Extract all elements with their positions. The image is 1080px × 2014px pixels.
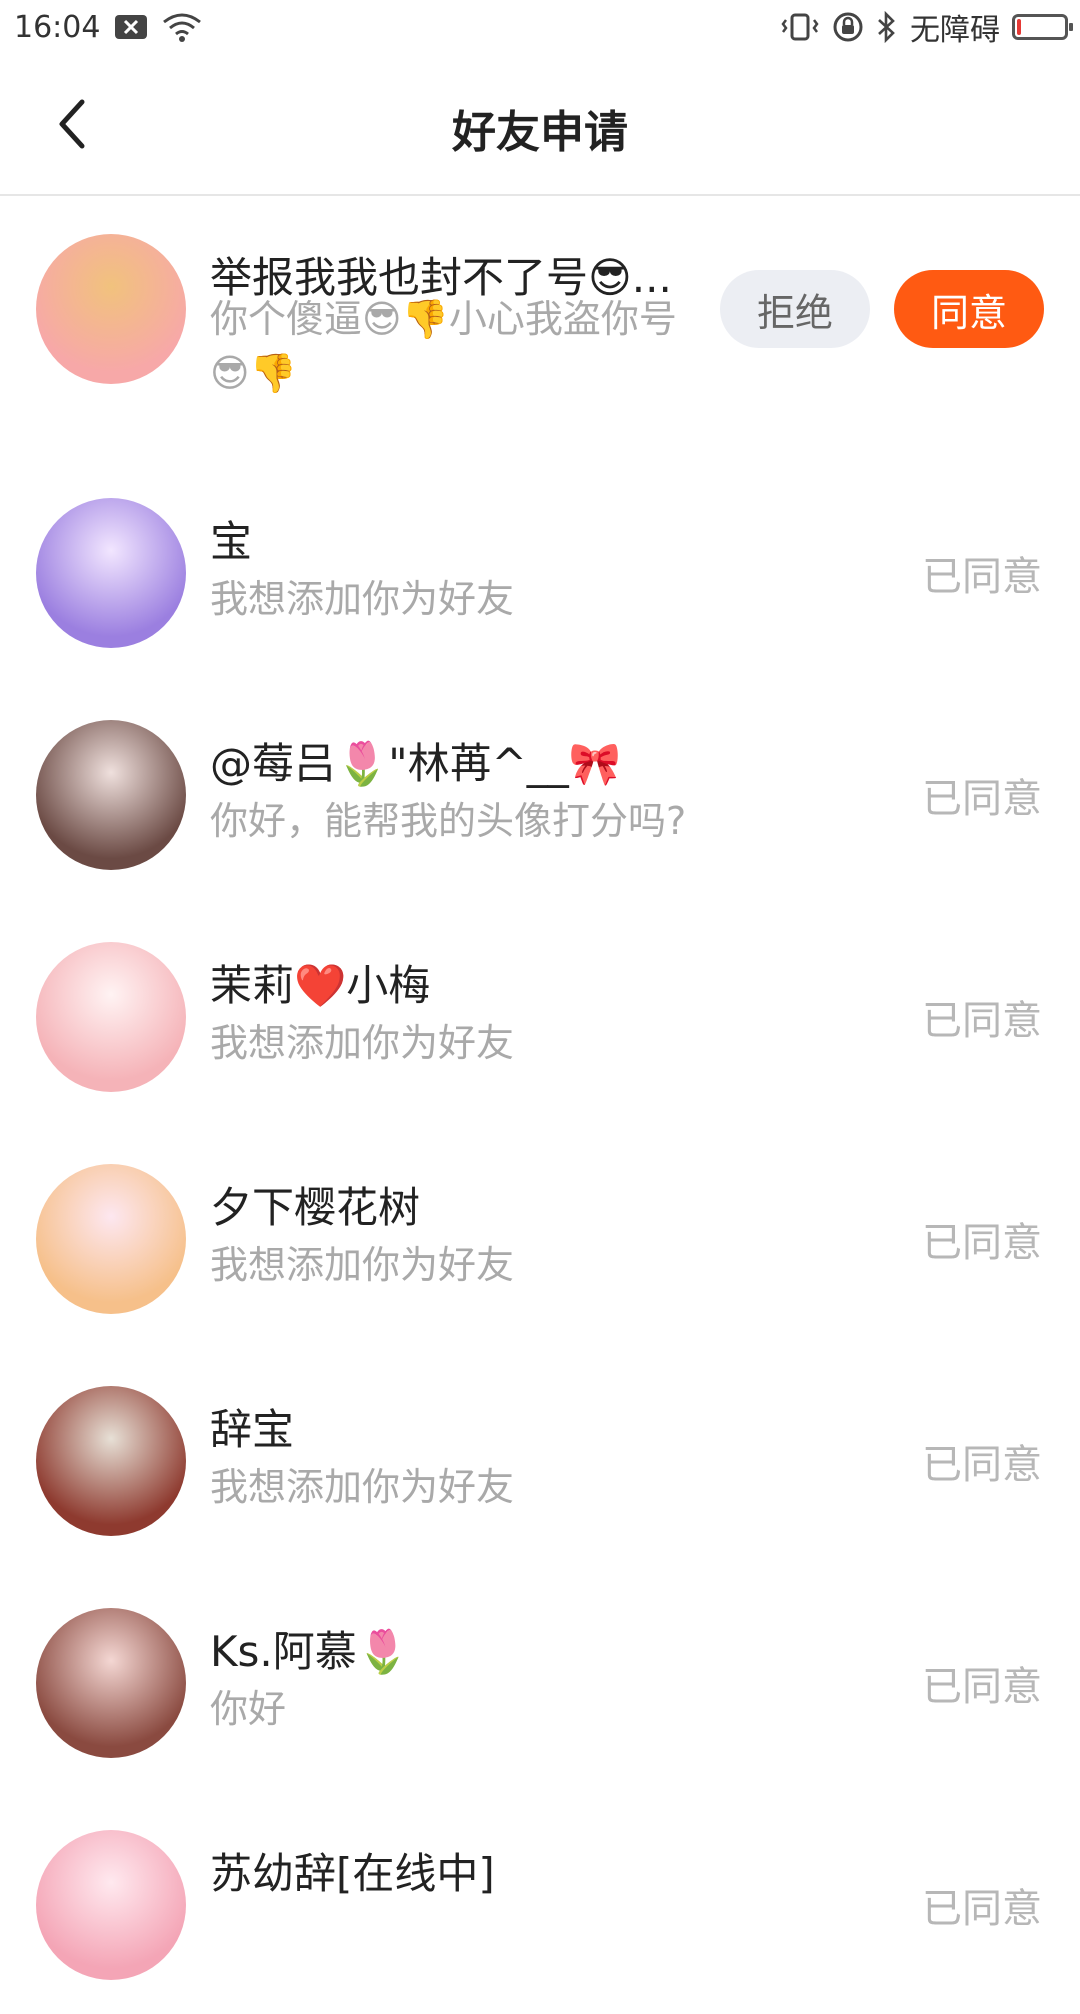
accessibility-label: 无障碍 (910, 13, 1000, 48)
status-bar-right: 无障碍 (780, 5, 1080, 49)
friend-request-list: 举报我我也封不了号😎... 你个傻逼😎👎小心我盗你号😎👎 拒绝 同意 宝 我想添… (0, 196, 1080, 2014)
status-accepted: 已同意 (922, 1886, 1042, 1932)
friend-request-row: 宝 我想添加你为好友 已同意 (0, 460, 1080, 682)
status-accepted: 已同意 (922, 776, 1042, 822)
request-message: 我想添加你为好友 (210, 1243, 515, 1287)
request-message: 我想添加你为好友 (210, 1021, 515, 1065)
request-message: 我想添加你为好友 (210, 1465, 515, 1509)
battery-level (1017, 19, 1021, 35)
friend-request-row: @莓吕🌷"林苒^__🎀 你好，能帮我的头像打分吗? 已同意 (0, 682, 1080, 904)
requester-name: 辞宝 (210, 1405, 295, 1454)
request-message: 你好 (210, 1687, 287, 1731)
battery-icon (1012, 14, 1073, 40)
avatar[interactable] (36, 234, 186, 384)
status-accepted: 已同意 (922, 1220, 1042, 1266)
requester-name: 茉莉❤️小梅 (210, 961, 431, 1010)
requester-name: 夕下樱花树 (210, 1183, 421, 1232)
friend-request-row: 夕下樱花树 我想添加你为好友 已同意 (0, 1126, 1080, 1348)
avatar[interactable] (36, 1608, 186, 1758)
friend-request-row: 辞宝 我想添加你为好友 已同意 (0, 1348, 1080, 1570)
avatar[interactable] (36, 1830, 186, 1980)
friend-request-row: 苏幼辞[在线中] 已同意 (0, 1792, 1080, 2014)
request-message: 我想添加你为好友 (210, 577, 515, 621)
requester-name: @莓吕🌷"林苒^__🎀 (210, 739, 622, 788)
avatar[interactable] (36, 1386, 186, 1536)
page-title: 好友申请 (452, 107, 628, 158)
status-accepted: 已同意 (922, 1664, 1042, 1710)
status-time: 16:04 (14, 9, 101, 45)
accept-button[interactable]: 同意 (894, 270, 1044, 348)
friend-request-row: 举报我我也封不了号😎... 你个傻逼😎👎小心我盗你号😎👎 拒绝 同意 (0, 196, 1080, 460)
status-accepted: 已同意 (922, 554, 1042, 600)
status-accepted: 已同意 (922, 1442, 1042, 1488)
avatar[interactable] (36, 498, 186, 648)
avatar[interactable] (36, 720, 186, 870)
vibrate-icon (780, 12, 820, 42)
rotation-lock-icon (832, 11, 864, 43)
wifi-icon (162, 12, 202, 42)
avatar[interactable] (36, 942, 186, 1092)
requester-name: Ks.阿慕🌷 (210, 1627, 410, 1676)
status-bar: 16:04 无障碍 (0, 0, 1080, 54)
bluetooth-icon (876, 11, 898, 43)
nav-bar: 好友申请 (0, 54, 1080, 196)
close-box-icon (114, 14, 148, 40)
friend-request-row: 茉莉❤️小梅 我想添加你为好友 已同意 (0, 904, 1080, 1126)
status-bar-left: 16:04 (0, 10, 202, 45)
reject-button[interactable]: 拒绝 (720, 270, 870, 348)
status-accepted: 已同意 (922, 998, 1042, 1044)
requester-name: 苏幼辞[在线中] (210, 1849, 495, 1898)
avatar[interactable] (36, 1164, 186, 1314)
requester-name: 宝 (210, 517, 253, 566)
request-message: 你个傻逼😎👎小心我盗你号😎👎 (210, 297, 677, 395)
request-message: 你好，能帮我的头像打分吗? (210, 799, 687, 843)
friend-request-row: Ks.阿慕🌷 你好 已同意 (0, 1570, 1080, 1792)
